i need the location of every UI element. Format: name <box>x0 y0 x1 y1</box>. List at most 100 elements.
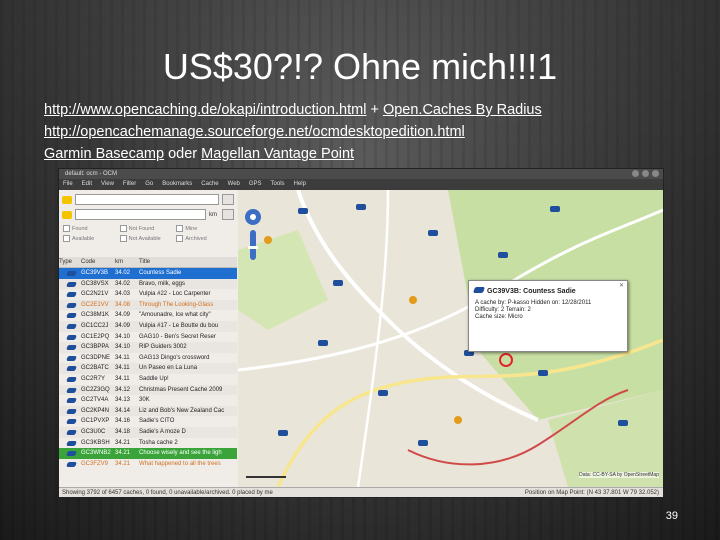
cache-type-icon <box>66 334 77 340</box>
filter-not-found[interactable]: Not Found <box>120 225 177 232</box>
table-row[interactable]: GC3FZV9 34.21 What happened to all the tre… <box>59 459 237 470</box>
cell-km: 34.08 <box>115 301 131 308</box>
menu-tools[interactable]: Tools <box>271 179 285 190</box>
cell-code: GC3U0C <box>81 428 106 435</box>
filter-available[interactable]: Available <box>63 235 120 242</box>
menu-edit[interactable]: Edit <box>82 179 92 190</box>
cell-title: GAG13 Dingo's crossword <box>139 354 210 361</box>
close-icon[interactable] <box>652 170 659 177</box>
menu-go[interactable]: Go <box>145 179 153 190</box>
table-row[interactable]: GC3U0C 34.18 Sadie's A moze D <box>59 426 237 438</box>
menu-help[interactable]: Help <box>294 179 306 190</box>
filter-not-available[interactable]: Not Available <box>120 235 177 242</box>
search-icon <box>62 195 72 204</box>
col-type[interactable]: Type <box>59 257 81 267</box>
cell-km: 34.18 <box>115 428 131 435</box>
coords-readout: Position on Map Point: (N 43 37.801 W 79… <box>524 490 659 496</box>
cache-type-icon <box>66 345 77 351</box>
search-clear-button[interactable] <box>222 194 234 205</box>
cache-type-icon <box>66 398 77 404</box>
status-bar: Showing 3792 of 6457 caches, 0 found, 0 … <box>59 487 663 497</box>
zoom-control-icon[interactable] <box>244 208 262 268</box>
popup-close-icon[interactable]: ✕ <box>619 282 624 289</box>
cache-type-icon <box>66 292 77 298</box>
filter-found[interactable]: Found <box>63 225 120 232</box>
cell-km: 34.14 <box>115 407 131 414</box>
magellan-link[interactable]: Magellan Vantage Point <box>201 146 354 162</box>
table-row[interactable]: GC38VSX 34.02 Bravo, milk, eggs <box>59 278 237 290</box>
menu-filter[interactable]: Filter <box>123 179 136 190</box>
filter-archived[interactable]: Archived <box>176 235 233 242</box>
menu-gps[interactable]: GPS <box>249 179 262 190</box>
menu-cache[interactable]: Cache <box>201 179 218 190</box>
cache-type-icon <box>66 323 77 329</box>
cache-type-icon <box>66 461 77 467</box>
garmin-basecamp-link[interactable]: Garmin Basecamp <box>44 146 164 162</box>
filter-mine[interactable]: Mine <box>176 225 233 232</box>
cache-type-icon <box>66 440 77 446</box>
cell-km: 34.21 <box>115 450 131 457</box>
table-row[interactable]: GC1PVXP 34.16 Sadie's CITO <box>59 416 237 427</box>
cell-title: Vulpia #22 - Loc Carpenter <box>139 291 211 298</box>
distance-input[interactable] <box>75 209 206 220</box>
table-row[interactable]: GC2BATC 34.11 Un Paseo en La Luna <box>59 363 237 374</box>
cell-code: GC38M1K <box>81 312 110 319</box>
table-row[interactable]: GC2R7Y 34.11 Saddle Up! <box>59 374 237 385</box>
cell-code: GC3KBSH <box>81 439 110 446</box>
cell-code: GC2KP4N <box>81 407 110 414</box>
table-row[interactable]: GC1CC2J 34.09 Vulpia #17 - Le Boutte du bo… <box>59 320 237 332</box>
table-row[interactable]: GC38M1K 34.09 "Amounadre, Ice what city" <box>59 310 237 321</box>
table-row[interactable]: GC2N21V 34.03 Vulpia #22 - Loc Carpenter <box>59 289 237 300</box>
table-header: Type Code km Title <box>59 257 237 268</box>
window-title: default: ocm - OCM <box>65 171 118 177</box>
cell-title: RIP Guiders 3002 <box>139 344 187 351</box>
popup-difficulty: Difficulty: 2 Terrain: 2 <box>475 307 531 313</box>
table-row[interactable]: GC2KP4N 34.14 Liz and Bob's New Zealand Ca… <box>59 405 237 417</box>
table-row[interactable]: GC39V3B 34.02 Countess Sadie <box>59 268 237 279</box>
search-row <box>62 194 234 205</box>
col-code[interactable]: Code <box>81 257 115 267</box>
cell-km: 34.11 <box>115 354 130 361</box>
cache-popup[interactable]: ✕ GC39V3B: Countess Sadie A cache by: P-… <box>468 280 628 352</box>
table-row[interactable]: GC3KBSH 34.21 Tosha cache 2 <box>59 438 237 449</box>
cell-code: GC3FZV9 <box>81 460 109 467</box>
status-text: Showing 3792 of 6457 caches, 0 found, 0 … <box>62 490 273 496</box>
table-row[interactable]: GC1E2PQ 34.10 GAG10 - Ben's Secret Reser <box>59 332 237 343</box>
table-row[interactable]: GC3BPPA 34.10 RIP Guiders 3002 <box>59 342 237 353</box>
cell-title: Countess Sadie <box>139 270 182 276</box>
table-row[interactable]: GC2TV4A 34.13 30K <box>59 395 237 406</box>
menu-bookmarks[interactable]: Bookmarks <box>162 179 192 190</box>
cell-code: GC1CC2J <box>81 322 109 329</box>
ocm-desktop-link[interactable]: http://opencachemanage.sourceforge.net/o… <box>44 124 465 140</box>
minimize-icon[interactable] <box>632 170 639 177</box>
okapi-link[interactable]: http://www.opencaching.de/okapi/introduc… <box>44 102 366 118</box>
cell-title: Christmas Present Cache 2009 <box>139 386 223 393</box>
search-input[interactable] <box>75 194 219 205</box>
cell-code: GC38VSX <box>81 280 109 287</box>
opencaches-radius-link[interactable]: Open.Caches By Radius <box>383 102 542 118</box>
reference-links: http://www.opencaching.de/okapi/introduc… <box>44 99 542 165</box>
menu-file[interactable]: File <box>63 179 73 190</box>
menu-view[interactable]: View <box>101 179 114 190</box>
cell-code: GC3DPNE <box>81 354 111 361</box>
col-title[interactable]: Title <box>139 257 237 267</box>
cache-type-icon <box>66 281 77 287</box>
cell-km: 34.21 <box>115 439 131 446</box>
table-row[interactable]: GC2E1VV 34.08 Through The Looking-Glass <box>59 299 237 311</box>
table-row[interactable]: GC3DPNE 34.11 GAG13 Dingo's crossword <box>59 353 237 364</box>
cell-code: GC2E1VV <box>81 301 109 308</box>
cell-title: 30K <box>139 397 150 404</box>
popup-title[interactable]: GC39V3B: Countess Sadie <box>487 288 621 295</box>
distance-button[interactable] <box>222 209 234 220</box>
maximize-icon[interactable] <box>642 170 649 177</box>
slide-title: US$30?!? Ohne mich!!!1 <box>162 46 558 87</box>
table-row[interactable]: GC3WNB2 34.21 Choose wisely and see the li… <box>59 448 237 459</box>
popup-size: Cache size: Micro <box>475 314 523 320</box>
table-body: GC39V3B 34.02 Countess Sadie GC38VSX 34.02 Br… <box>59 268 237 469</box>
cell-title: Liz and Bob's New Zealand Cac <box>139 407 225 414</box>
table-row[interactable]: GC2Z3GQ 34.12 Christmas Present Cache 2009 <box>59 384 237 396</box>
popup-owner: A cache by: P-kasso Hidden on: 12/28/201… <box>475 300 592 306</box>
col-km[interactable]: km <box>115 257 139 267</box>
map-view[interactable]: ✕ GC39V3B: Countess Sadie A cache by: P-… <box>238 190 663 487</box>
menu-web[interactable]: Web <box>228 179 240 190</box>
